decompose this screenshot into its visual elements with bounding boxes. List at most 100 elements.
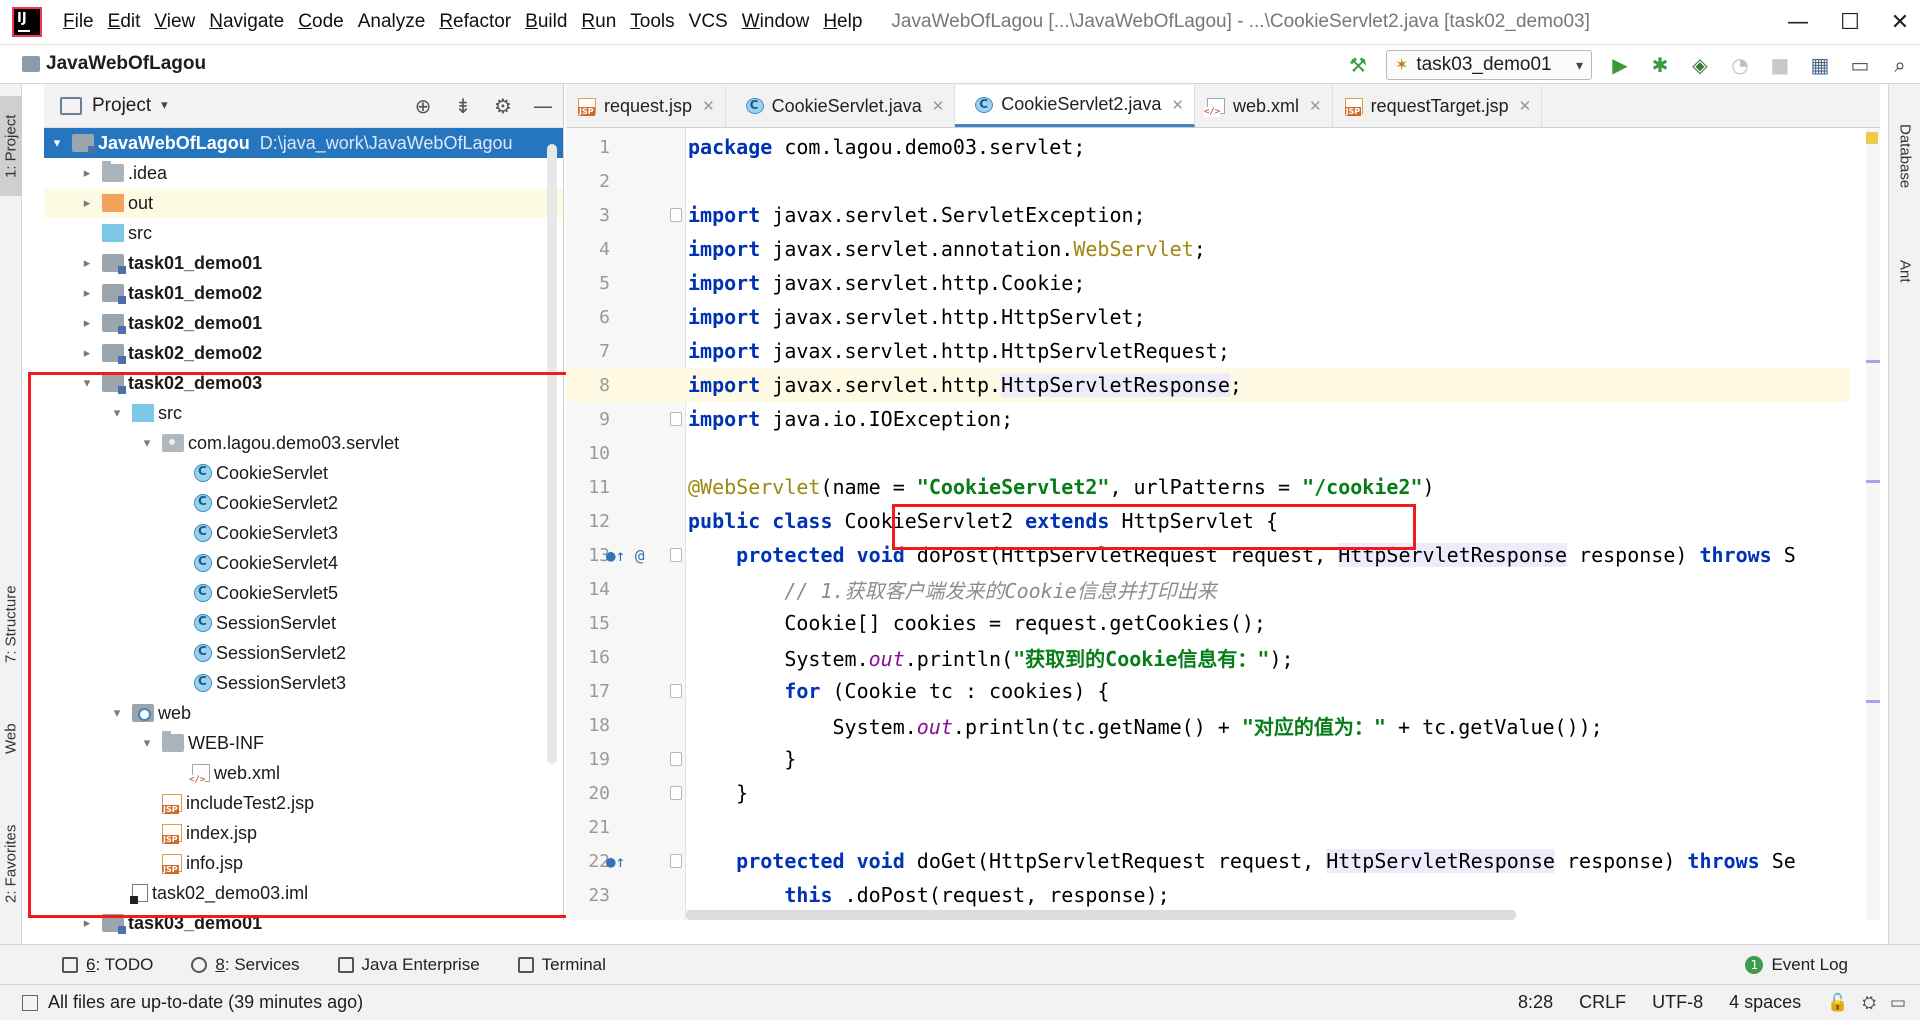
code-line[interactable]: 15 Cookie[] cookies = request.getCookies… (566, 606, 1850, 640)
fold-marker-icon[interactable] (670, 684, 682, 698)
minimize-button[interactable]: — (1778, 6, 1818, 38)
hammer-icon[interactable]: ⚒ (1338, 47, 1378, 83)
menu-item[interactable]: Tools (623, 11, 681, 33)
chevron-down-icon[interactable]: ▾ (138, 436, 156, 451)
todo-tool-button[interactable]: 6: TODO (62, 955, 153, 975)
tree-node[interactable]: ▸ task02_demo02 (44, 338, 563, 368)
code-line[interactable]: 10 (566, 436, 1850, 470)
tree-node[interactable]: ▸ .idea (44, 158, 563, 188)
tree-node[interactable]: ▸ out (44, 188, 563, 218)
memory-icon[interactable]: ▭ (1890, 993, 1906, 1013)
favorites-tool-button[interactable]: 2: Favorites (0, 804, 22, 924)
tree-node[interactable]: ▾ web (44, 698, 563, 728)
override-marker-icon[interactable]: ●↑ @ (606, 546, 662, 565)
run-icon[interactable]: ▶ (1600, 47, 1640, 83)
chevron-right-icon[interactable]: ▸ (78, 196, 96, 211)
maximize-button[interactable]: ☐ (1830, 6, 1870, 38)
project-panel-title[interactable]: Project (92, 95, 151, 117)
fold-marker-icon[interactable] (670, 786, 682, 800)
code-line[interactable]: 3 import javax.servlet.ServletException; (566, 198, 1850, 232)
database-tool-button[interactable]: Database (1893, 124, 1917, 224)
chevron-right-icon[interactable]: ▸ (78, 166, 96, 181)
inspector-icon[interactable]: ⛭ (1862, 993, 1876, 1013)
tree-node[interactable]: SessionServlet3 (44, 668, 563, 698)
project-tool-button[interactable]: 1: Project (0, 96, 22, 196)
code-line[interactable]: 13 ●↑ @ protected void doPost(HttpServlet… (566, 538, 1850, 572)
tree-node[interactable]: ▸ task01_demo01 (44, 248, 563, 278)
editor-horizontal-scrollbar[interactable] (686, 910, 1516, 920)
close-tab-icon[interactable]: ✕ (1171, 96, 1184, 114)
editor-tab[interactable]: CookieServlet2.java ✕ (955, 85, 1195, 127)
services-tool-button[interactable]: 8: Services (191, 955, 300, 975)
chevron-right-icon[interactable]: ▸ (78, 346, 96, 361)
error-stripe-mark[interactable] (1866, 480, 1880, 483)
code-line[interactable]: 20 } (566, 776, 1850, 810)
tree-node[interactable]: ▸ task02_demo01 (44, 308, 563, 338)
chevron-down-icon[interactable]: ▾ (108, 406, 126, 421)
lock-icon[interactable]: 🔓 (1827, 993, 1848, 1013)
tree-node[interactable]: ▾ src (44, 398, 563, 428)
code-line[interactable]: 12 public class CookieServlet2 extends Ht… (566, 504, 1850, 538)
indent-setting[interactable]: 4 spaces (1729, 992, 1801, 1013)
editor-tab[interactable]: CookieServlet.java ✕ (726, 85, 956, 127)
code-area[interactable]: 1 package com.lagou.demo03.servlet; 2 3 impo… (566, 128, 1880, 920)
tree-node[interactable]: CookieServlet4 (44, 548, 563, 578)
caret-position[interactable]: 8:28 (1518, 992, 1553, 1013)
close-tab-icon[interactable]: ✕ (1519, 97, 1532, 115)
code-line[interactable]: 5 import javax.servlet.http.Cookie; (566, 266, 1850, 300)
code-line[interactable]: 9 import java.io.IOException; (566, 402, 1850, 436)
tree-node[interactable]: src (44, 218, 563, 248)
tree-node[interactable]: ▾ com.lagou.demo03.servlet (44, 428, 563, 458)
code-line[interactable]: 2 (566, 164, 1850, 198)
chevron-right-icon[interactable]: ▸ (78, 916, 96, 931)
editor-vertical-scrollbar[interactable] (1866, 128, 1880, 920)
chevron-down-icon[interactable]: ▾ (78, 376, 96, 391)
code-line[interactable]: 6 import javax.servlet.http.HttpServlet; (566, 300, 1850, 334)
menu-item[interactable]: Refactor (432, 11, 518, 33)
hide-panel-icon[interactable]: — (523, 94, 563, 118)
menu-item[interactable]: VCS (682, 11, 735, 33)
tree-node[interactable]: CookieServlet3 (44, 518, 563, 548)
web-tool-button[interactable]: Web (0, 704, 22, 774)
menu-item[interactable]: Analyze (351, 11, 433, 33)
tree-node[interactable]: ▾ JavaWebOfLagou D:\java_work\JavaWebOfLag… (44, 128, 563, 158)
presentation-icon[interactable]: ▭ (1840, 47, 1880, 83)
toggle-tool-windows-icon[interactable] (22, 994, 38, 1011)
menu-item[interactable]: Edit (101, 11, 148, 33)
tree-node[interactable]: ▾ WEB-INF (44, 728, 563, 758)
coverage-icon[interactable]: ◈ (1680, 47, 1720, 83)
event-log-button[interactable]: 1 Event Log (1745, 955, 1848, 975)
debug-icon[interactable]: ✱ (1640, 47, 1680, 83)
chevron-down-icon[interactable]: ▾ (138, 736, 156, 751)
menu-item[interactable]: Build (518, 11, 574, 33)
code-line[interactable]: 21 (566, 810, 1850, 844)
tree-node[interactable]: includeTest2.jsp (44, 788, 563, 818)
ant-tool-button[interactable]: Ant (1893, 260, 1917, 340)
override-marker-icon[interactable]: ●↑ (606, 852, 662, 871)
terminal-tool-button[interactable]: Terminal (517, 955, 606, 975)
gear-icon[interactable]: ⚙ (483, 94, 523, 118)
tree-node[interactable]: CookieServlet5 (44, 578, 563, 608)
code-line[interactable]: 19 } (566, 742, 1850, 776)
menu-item[interactable]: File (56, 11, 101, 33)
menu-item[interactable]: Navigate (202, 11, 291, 33)
error-stripe-mark[interactable] (1866, 700, 1880, 703)
tree-node[interactable]: SessionServlet (44, 608, 563, 638)
menu-item[interactable]: Code (291, 11, 350, 33)
tree-node[interactable]: ▾ task02_demo03 (44, 368, 563, 398)
code-line[interactable]: 18 System.out.println(tc.getName() + "对应… (566, 708, 1850, 742)
code-line[interactable]: 17 for (Cookie tc : cookies) { (566, 674, 1850, 708)
tree-node[interactable]: ▸ task03_demo01 (44, 908, 563, 938)
close-window-button[interactable]: ✕ (1880, 6, 1920, 38)
fold-marker-icon[interactable] (670, 412, 682, 426)
chevron-right-icon[interactable]: ▸ (78, 256, 96, 271)
tree-node[interactable]: index.jsp (44, 818, 563, 848)
error-stripe-mark[interactable] (1866, 360, 1880, 363)
tree-node[interactable]: web.xml (44, 758, 563, 788)
code-line[interactable]: 16 System.out.println("获取到的Cookie信息有："); (566, 640, 1850, 674)
tree-node[interactable]: ▸ task01_demo02 (44, 278, 563, 308)
chevron-right-icon[interactable]: ▸ (78, 286, 96, 301)
stop-icon[interactable]: ■ (1760, 47, 1800, 83)
tree-scrollbar[interactable] (547, 144, 557, 764)
code-line[interactable]: 22 ●↑ protected void doGet(HttpServletReq… (566, 844, 1850, 878)
